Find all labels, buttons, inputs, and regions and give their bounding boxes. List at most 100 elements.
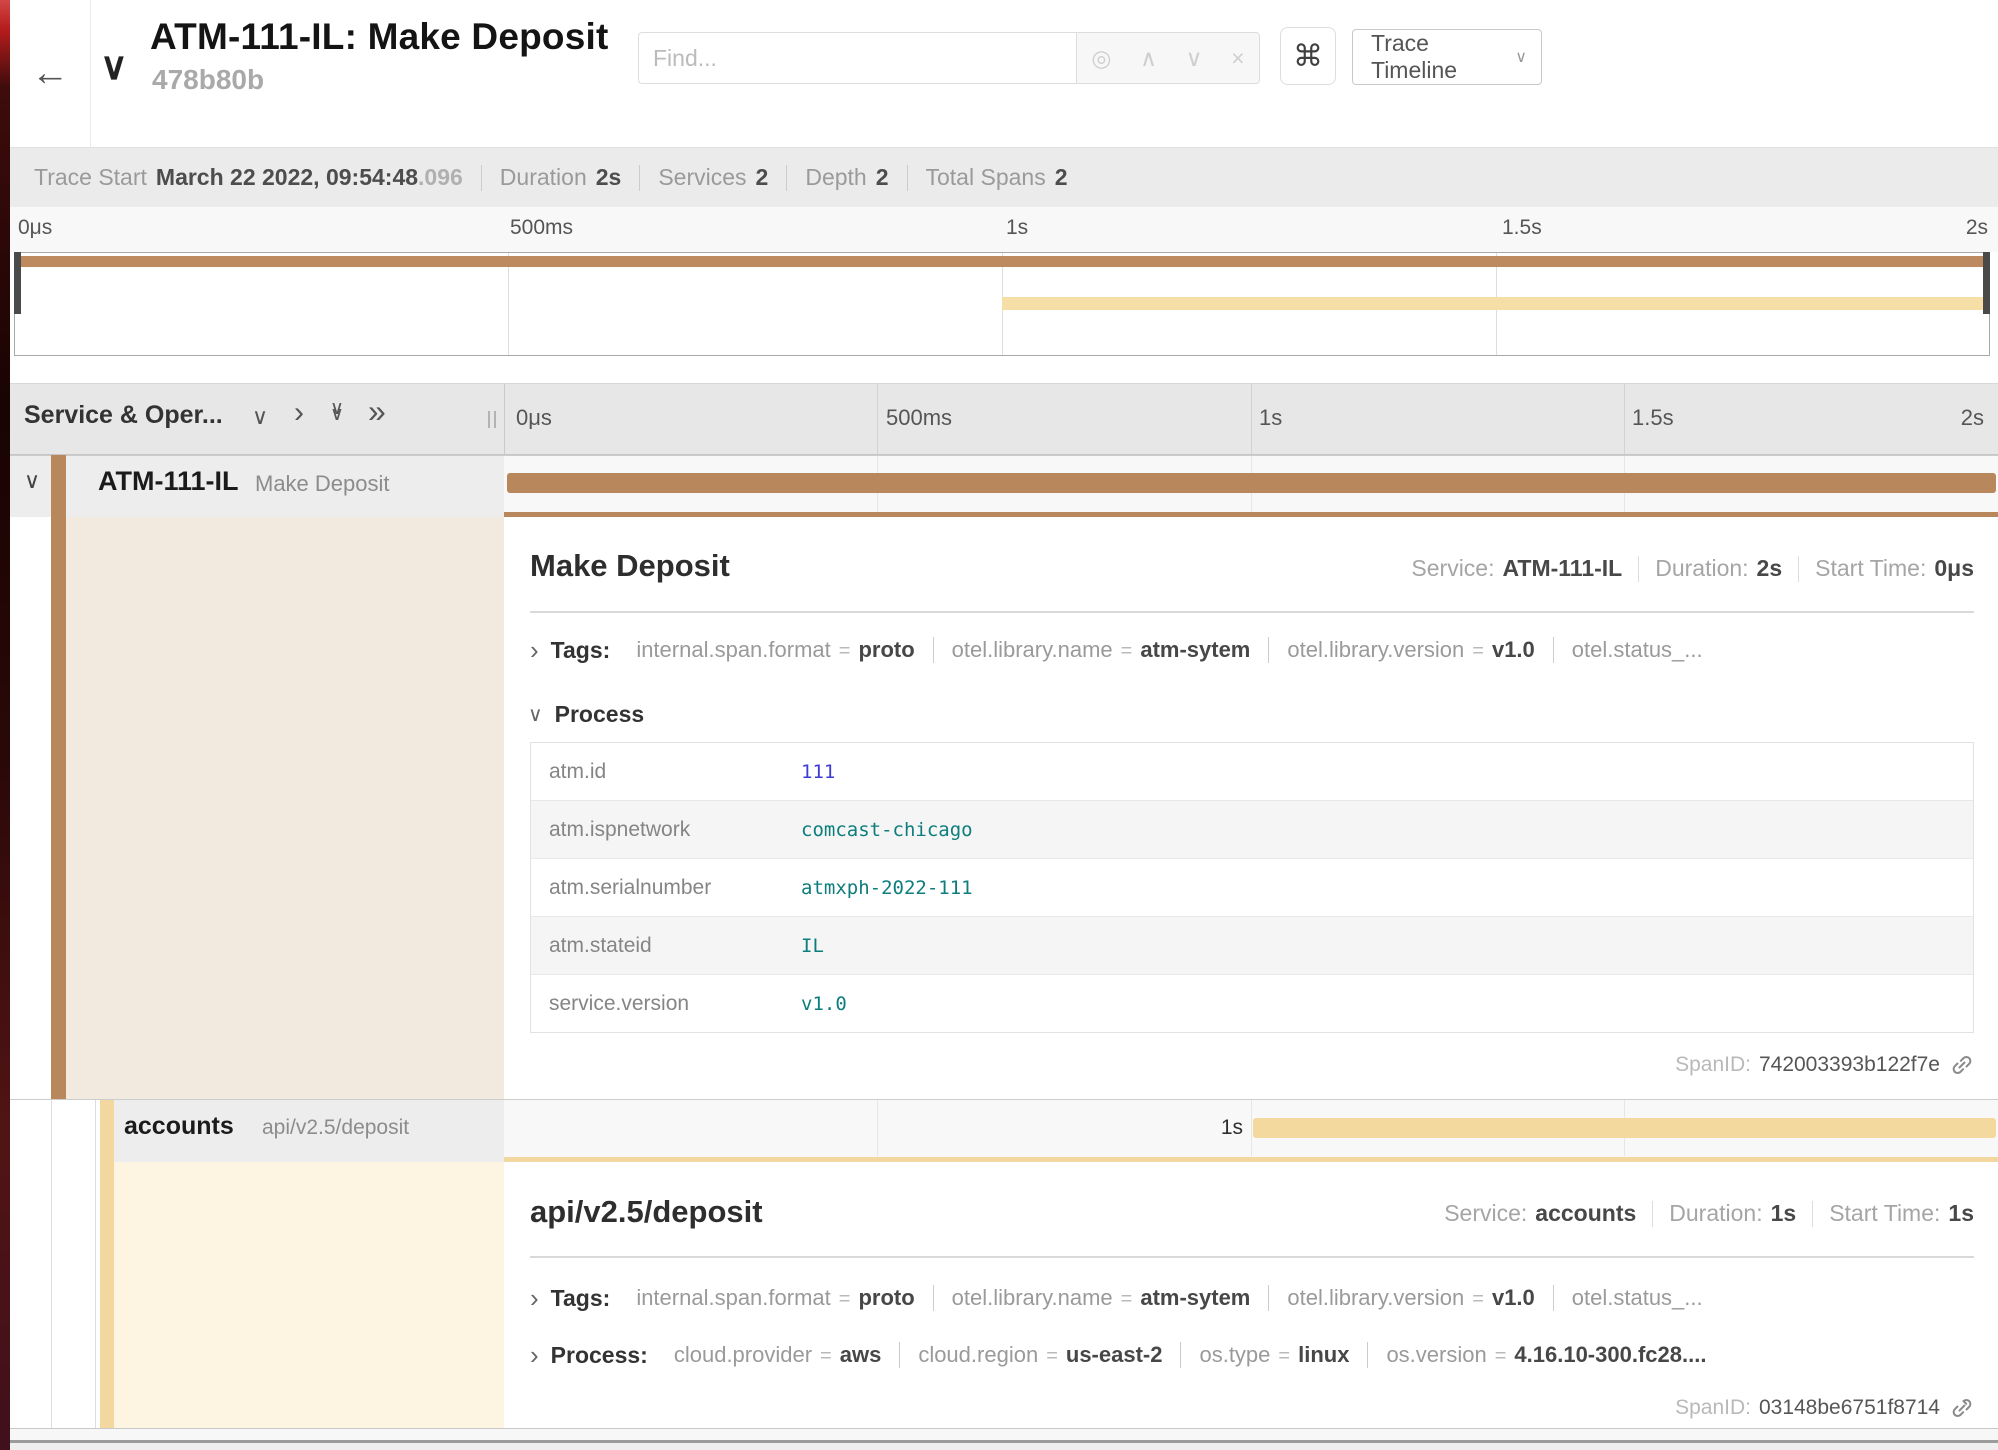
trace-start-value: March 22 2022, 09:54:48 — [156, 164, 418, 191]
span1-operation-name: Make Deposit — [255, 471, 390, 497]
page-title: ATM-111-IL: Make Deposit — [150, 16, 608, 58]
span1-service-name: ATM-111-IL — [98, 466, 239, 497]
minimap-span2-bar — [1002, 297, 1988, 310]
span1-color-bar — [51, 455, 66, 1100]
view-selector-dropdown[interactable]: Trace Timeline ∨ — [1352, 29, 1542, 85]
span1-left-tint — [66, 517, 504, 1100]
command-icon: ⌘ — [1293, 39, 1323, 74]
tag-pair: internal.span.format=proto — [636, 1285, 914, 1311]
minimap-tick: 500ms — [510, 216, 573, 240]
column-resize-grip[interactable] — [488, 411, 500, 428]
minimap-ticks-row — [10, 207, 1998, 252]
span2-tags-row[interactable]: › Tags: internal.span.format=proto otel.… — [530, 1280, 1703, 1316]
grid-tick: 1s — [1259, 405, 1282, 431]
process-row: atm.ispnetwork comcast-chicago — [531, 801, 1973, 859]
span2-duration-bar[interactable] — [1253, 1118, 1996, 1138]
locate-icon[interactable]: ◎ — [1091, 45, 1111, 72]
chevron-right-icon: › — [530, 1288, 539, 1308]
window-bottom-edge — [10, 1443, 1998, 1450]
chevron-down-icon: ∨ — [528, 702, 543, 727]
grid-tick: 2s — [1961, 405, 1984, 431]
span2-spanid-value: 03148be6751f8714 — [1759, 1396, 1940, 1420]
double-chevron-right-icon[interactable]: » — [368, 393, 386, 430]
tag-pair: otel.library.name=atm-sytem — [952, 637, 1251, 663]
process-row: atm.serialnumber atmxph-2022-111 — [531, 859, 1973, 917]
span1-detail-title[interactable]: Make Deposit — [530, 548, 730, 584]
services-value: 2 — [756, 164, 769, 191]
minimap-left-handle[interactable] — [14, 252, 21, 314]
total-spans-label: Total Spans — [926, 164, 1046, 191]
expand-one-icon[interactable]: › — [294, 396, 304, 430]
span2-detail-meta: Service:accounts Duration:1s Start Time:… — [1444, 1200, 1974, 1227]
process-pair: cloud.region=us-east-2 — [918, 1342, 1162, 1368]
view-selector-label: Trace Timeline — [1371, 30, 1515, 84]
total-spans-value: 2 — [1055, 164, 1068, 191]
tag-pair: internal.span.format=proto — [636, 637, 914, 663]
trace-start-ms: .096 — [418, 164, 463, 191]
chevron-right-icon: › — [530, 1345, 539, 1365]
span2-color-bar — [100, 1100, 114, 1428]
depth-value: 2 — [876, 164, 889, 191]
grid-tick: 1.5s — [1632, 405, 1674, 431]
depth-label: Depth — [805, 164, 866, 191]
next-match-icon[interactable]: ∨ — [1186, 45, 1203, 72]
span2-service-name: accounts — [124, 1112, 234, 1141]
minimap-tick: 1.5s — [1502, 216, 1542, 240]
trace-start-label: Trace Start — [34, 164, 147, 191]
back-button[interactable]: ← — [10, 0, 91, 147]
link-icon[interactable] — [1950, 1053, 1974, 1077]
grid-header: Service & Oper... ∨ › ∨∨ » 0μs 500ms 1s … — [10, 383, 1998, 455]
process-pair: cloud.provider=aws — [674, 1342, 881, 1368]
duration-value: 2s — [596, 164, 622, 191]
tag-pair-truncated: otel.status_... — [1572, 637, 1703, 663]
process-row: atm.id 111 — [531, 743, 1973, 801]
span1-spanid-row: SpanID: 742003393b122f7e — [1675, 1053, 1974, 1077]
clear-search-icon[interactable]: × — [1231, 45, 1244, 72]
span1-duration-bar[interactable] — [507, 473, 1996, 493]
row-collapse-chevron-icon[interactable]: ∨ — [24, 468, 40, 494]
window-edge-strip — [0, 0, 10, 1450]
chevron-right-icon: › — [530, 640, 539, 660]
process-pair: os.version=4.16.10-300.fc28.... — [1386, 1342, 1706, 1368]
span1-tags-row[interactable]: › Tags: internal.span.format=proto otel.… — [530, 632, 1703, 668]
span1-process-header[interactable]: ∨ Process — [528, 696, 644, 732]
span2-detail-title[interactable]: api/v2.5/deposit — [530, 1194, 763, 1230]
grid-tick: 500ms — [886, 405, 952, 431]
find-input[interactable] — [638, 32, 1076, 84]
process-row: service.version v1.0 — [531, 975, 1973, 1032]
collapse-all-icon[interactable]: ∨ — [252, 404, 268, 430]
span1-process-table: atm.id 111 atm.ispnetwork comcast-chicag… — [530, 742, 1974, 1033]
minimap-span1-bar — [16, 256, 1988, 267]
trace-id-short: 478b80b — [152, 64, 264, 96]
prev-match-icon[interactable]: ∧ — [1140, 45, 1157, 72]
tag-pair: otel.library.name=atm-sytem — [952, 1285, 1251, 1311]
find-toolbar: ◎ ∧ ∨ × — [1076, 32, 1260, 84]
service-operation-header: Service & Oper... — [24, 401, 223, 430]
tag-pair: otel.library.version=v1.0 — [1287, 1285, 1534, 1311]
span2-spanid-row: SpanID: 03148be6751f8714 — [1675, 1396, 1974, 1420]
bottom-gutter — [10, 1429, 1998, 1440]
indent-columns — [10, 1100, 100, 1428]
back-arrow-icon: ← — [31, 52, 69, 95]
span2-bar-label: 1s — [1221, 1116, 1243, 1140]
grid-tick: 0μs — [516, 405, 552, 431]
link-icon[interactable] — [1950, 1396, 1974, 1420]
chevron-down-icon: ∨ — [1515, 47, 1527, 67]
minimap-right-handle[interactable] — [1983, 252, 1990, 314]
minimap-tick: 2s — [1966, 216, 1988, 240]
tag-pair-truncated: otel.status_... — [1572, 1285, 1703, 1311]
expand-all-icon[interactable]: ∨∨ — [330, 402, 344, 421]
span2-operation-name: api/v2.5/deposit — [262, 1116, 409, 1140]
span2-left-tint — [114, 1162, 504, 1428]
trace-timeline-page: ← ∨ ATM-111-IL: Make Deposit 478b80b ◎ ∧… — [0, 0, 1998, 1450]
collapse-trace-chevron-icon[interactable]: ∨ — [100, 44, 128, 89]
process-row: atm.stateid IL — [531, 917, 1973, 975]
tag-pair: otel.library.version=v1.0 — [1287, 637, 1534, 663]
span2-process-row[interactable]: › Process: cloud.provider=aws cloud.regi… — [530, 1337, 1706, 1373]
minimap-tick: 0μs — [18, 216, 52, 240]
span1-spanid-value: 742003393b122f7e — [1759, 1053, 1940, 1077]
services-label: Services — [658, 164, 746, 191]
minimap-tick: 1s — [1006, 216, 1028, 240]
keyboard-shortcuts-button[interactable]: ⌘ — [1280, 27, 1336, 85]
trace-summary-bar: Trace Start March 22 2022, 09:54:48 .096… — [10, 147, 1998, 207]
